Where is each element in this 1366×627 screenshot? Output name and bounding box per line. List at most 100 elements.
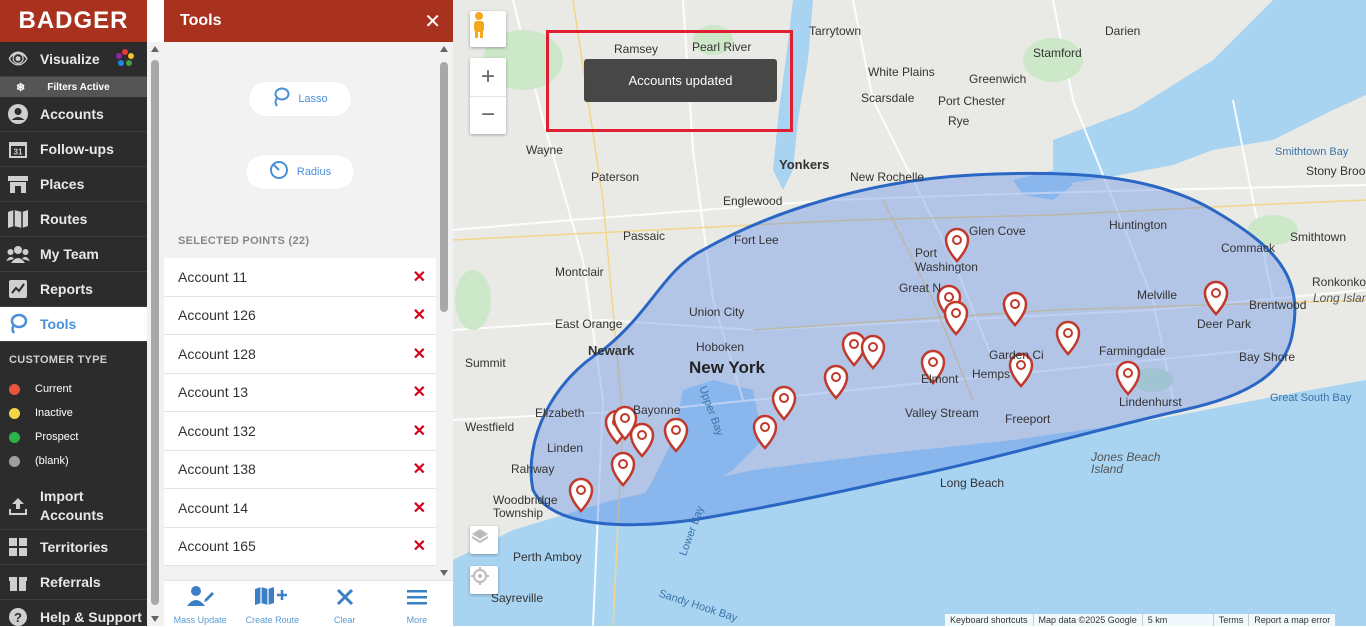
legend-dot-prospect	[9, 431, 20, 443]
remove-icon[interactable]: ✕	[413, 536, 426, 556]
reports-icon	[6, 279, 30, 299]
tools-title: Tools	[180, 12, 222, 29]
filters-active-label: Filters Active	[47, 81, 110, 93]
map-label: Bayonne	[633, 403, 681, 417]
nav-my-team[interactable]: My Team	[0, 237, 147, 272]
map-canvas[interactable]: New York Yonkers Newark Paterson Passaic…	[453, 0, 1366, 626]
nav-tools[interactable]: Tools	[0, 307, 147, 342]
legend-prospect[interactable]: Prospect	[0, 425, 147, 449]
scale-text: 5 km	[1141, 614, 1213, 626]
account-name: Account 138	[178, 461, 256, 478]
map-label: Great N	[899, 281, 942, 295]
map-label: Port Chester	[938, 94, 1006, 108]
account-name: Account 132	[178, 422, 256, 439]
my-location-icon[interactable]	[470, 566, 498, 594]
layers-icon[interactable]	[470, 526, 498, 554]
legend-blank[interactable]: (blank)	[0, 449, 147, 473]
radius-label: Radius	[296, 166, 332, 178]
map-label: Smithtown	[1290, 230, 1347, 244]
legend-label: (blank)	[35, 455, 69, 467]
main-nav: BADGER 👁 Visualize ❄ Filters Active Acco…	[0, 0, 147, 626]
list-item[interactable]: Account 13 ✕	[164, 373, 436, 412]
map-label: White Plains	[868, 65, 935, 79]
highlight-box	[546, 30, 793, 132]
nav-places[interactable]: Places	[0, 167, 147, 202]
remove-icon[interactable]: ✕	[413, 498, 426, 518]
remove-icon[interactable]: ✕	[413, 267, 426, 287]
nav-import-accounts[interactable]: Import Accounts	[0, 482, 147, 530]
keyboard-shortcuts-link[interactable]: Keyboard shortcuts	[945, 614, 1033, 626]
nav-visualize-label: Visualize	[40, 51, 100, 67]
street-view-pegman-icon[interactable]	[470, 11, 506, 47]
nav-routes[interactable]: Routes	[0, 202, 147, 237]
tools-bottom-bar: Mass Update Create Route Clear More	[164, 580, 453, 627]
zoom-out-button[interactable]: −	[470, 97, 506, 135]
more-button[interactable]: More	[381, 581, 453, 627]
map-label: Melville	[1137, 288, 1178, 302]
lasso-button[interactable]: Lasso	[249, 82, 351, 116]
create-route-button[interactable]: Create Route	[236, 581, 308, 627]
list-item[interactable]: Account 138 ✕	[164, 450, 436, 489]
account-icon	[6, 104, 30, 124]
remove-icon[interactable]: ✕	[413, 459, 426, 479]
scroll-up-arrow-icon[interactable]	[440, 46, 448, 52]
account-name: Account 14	[178, 499, 249, 516]
nav-scrollbar[interactable]	[147, 42, 164, 626]
radius-button[interactable]: Radius	[246, 155, 354, 189]
create-route-label: Create Route	[245, 615, 300, 625]
close-icon[interactable]: ✕	[424, 9, 441, 34]
list-item[interactable]: Account 126 ✕	[164, 296, 436, 335]
legend-label: Prospect	[35, 431, 79, 443]
map-label: Sayreville	[491, 591, 544, 605]
remove-icon[interactable]: ✕	[413, 305, 426, 325]
nav-help-support[interactable]: ? Help & Support	[0, 600, 147, 626]
map-label: Wayne	[526, 143, 563, 157]
remove-icon[interactable]: ✕	[413, 421, 426, 441]
lasso-label: Lasso	[298, 93, 328, 105]
legend-current[interactable]: Current	[0, 377, 147, 401]
scroll-up-arrow-icon[interactable]	[151, 46, 159, 52]
map-label: New York	[689, 358, 765, 377]
legend-dot-inactive	[9, 407, 20, 419]
remove-icon[interactable]: ✕	[413, 382, 426, 402]
report-error-link[interactable]: Report a map error	[1248, 614, 1335, 626]
nav-scroll-thumb[interactable]	[151, 60, 159, 605]
color-palette-icon	[115, 48, 135, 71]
list-item[interactable]: Account 11 ✕	[164, 258, 436, 297]
legend-inactive[interactable]: Inactive	[0, 401, 147, 425]
nav-territories-label: Territories	[40, 539, 109, 555]
account-name: Account 11	[178, 268, 248, 285]
nav-followups[interactable]: 31 Follow-ups	[0, 132, 147, 167]
nav-referrals[interactable]: Referrals	[0, 565, 147, 600]
nav-accounts[interactable]: Accounts	[0, 97, 147, 132]
nav-reports-label: Reports	[40, 281, 93, 297]
map-label: Passaic	[623, 229, 666, 243]
tools-scrollbar[interactable]	[436, 42, 453, 580]
list-item[interactable]: Account 132 ✕	[164, 412, 436, 451]
scroll-down-arrow-icon[interactable]	[151, 616, 159, 622]
map-label: Scarsdale	[861, 91, 915, 105]
nav-reports[interactable]: Reports	[0, 272, 147, 307]
terms-link[interactable]: Terms	[1212, 614, 1249, 626]
map-label: Hoboken	[696, 340, 745, 354]
zoom-in-button[interactable]: +	[470, 58, 506, 97]
nav-visualize[interactable]: 👁 Visualize	[0, 42, 147, 77]
mass-update-button[interactable]: Mass Update	[164, 581, 236, 627]
scroll-down-arrow-icon[interactable]	[440, 570, 448, 576]
map-icon	[6, 209, 30, 229]
nav-territories[interactable]: Territories	[0, 530, 147, 565]
map-label: Farmingdale	[1099, 344, 1166, 358]
clear-button[interactable]: Clear	[309, 581, 381, 627]
team-icon	[6, 244, 30, 264]
map-label: Yonkers	[779, 157, 830, 172]
badger-logo[interactable]: BADGER	[0, 0, 147, 42]
list-item[interactable]: Account 165 ✕	[164, 527, 436, 566]
map-label: Stony Brook	[1306, 164, 1366, 178]
filters-active-badge[interactable]: ❄ Filters Active	[0, 77, 147, 97]
eye-icon: 👁	[7, 51, 29, 68]
tools-scroll-thumb[interactable]	[440, 62, 448, 312]
list-item[interactable]: Account 128 ✕	[164, 335, 436, 374]
list-item[interactable]: Account 14 ✕	[164, 489, 436, 528]
map-label: Long Islan	[1313, 291, 1366, 305]
remove-icon[interactable]: ✕	[413, 344, 426, 364]
